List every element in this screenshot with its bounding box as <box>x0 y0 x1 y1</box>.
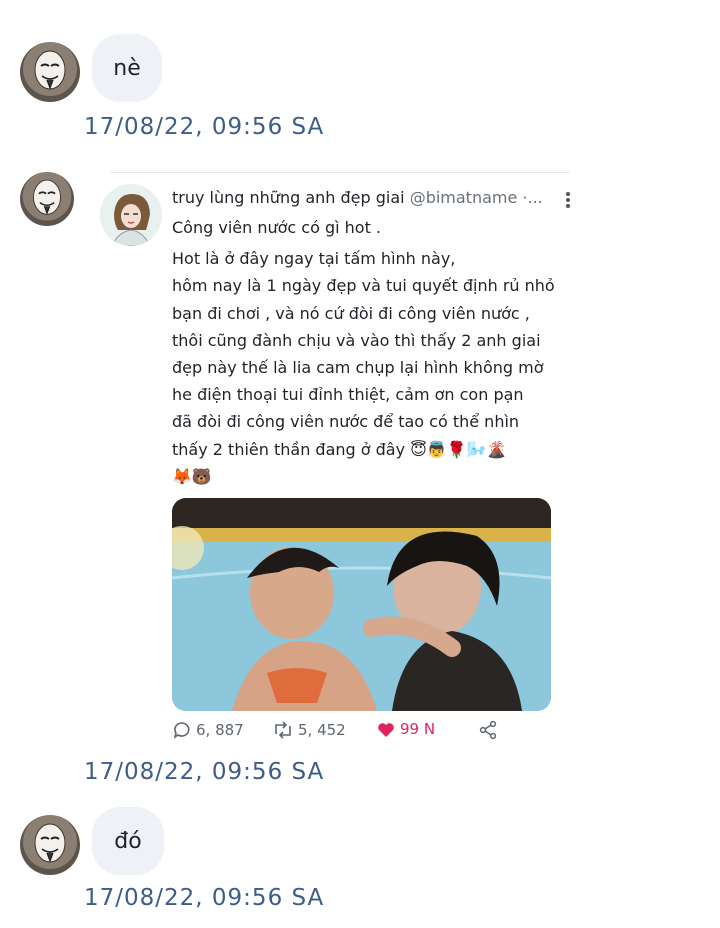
tweet-line: đã đòi đi công viên nước để tao có thể n… <box>172 412 520 432</box>
tweet-line: thấy 2 thiên thần đang ở đây 😇👼🌹🌬️🌋 <box>172 439 507 459</box>
tweet-author-name[interactable]: truy lùng những anh đẹp giai <box>172 188 405 207</box>
retweet-count: 5, 452 <box>298 721 346 739</box>
mask-icon <box>33 179 61 215</box>
heart-icon <box>378 723 394 737</box>
reply-count: 6, 887 <box>196 721 244 739</box>
tweet-author-handle[interactable]: @bimatname ·... <box>410 188 543 207</box>
tweet-photo[interactable] <box>172 498 551 711</box>
more-options-icon[interactable] <box>562 190 574 210</box>
tweet-actions: 6, 887 5, 452 99 N <box>172 720 512 744</box>
tweet-author-avatar[interactable] <box>100 184 162 246</box>
message-bubble[interactable]: đó <box>92 807 164 875</box>
message-bubble[interactable]: nè <box>92 34 162 102</box>
mask-icon <box>34 50 66 90</box>
tweet-header[interactable]: truy lùng những anh đẹp giai @bimatname … <box>172 188 562 207</box>
tweet-line: đẹp này thế là lia cam chụp lại hình khô… <box>172 358 544 378</box>
like-action[interactable]: 99 N <box>376 720 435 738</box>
message-timestamp: 17/08/22, 09:56 SA <box>84 759 325 785</box>
share-action[interactable] <box>478 720 498 740</box>
mask-icon <box>34 823 66 863</box>
tweet-line: 🦊🐻 <box>172 466 212 486</box>
share-icon <box>479 720 497 740</box>
cartoon-avatar-icon <box>100 184 162 246</box>
message-timestamp: 17/08/22, 09:56 SA <box>84 885 325 911</box>
sender-avatar[interactable] <box>20 172 74 226</box>
tweet-body: Công viên nước có gì hot . Hot là ở đây … <box>172 214 572 490</box>
tweet-line: Hot là ở đây ngay tại tấm hình này, <box>172 249 456 269</box>
tweet-divider <box>110 172 570 173</box>
tweet-line: thôi cũng đành chịu và vào thì thấy 2 an… <box>172 330 541 350</box>
sender-avatar[interactable] <box>20 42 80 102</box>
tweet-line: Công viên nước có gì hot . <box>172 218 382 237</box>
message-timestamp: 17/08/22, 09:56 SA <box>84 114 325 140</box>
tweet-line: he điện thoại tui đỉnh thiệt, cảm ơn con… <box>172 385 524 405</box>
message-text: đó <box>114 828 142 854</box>
photo-illustration <box>172 498 551 711</box>
tweet-line: bạn đi chơi , và nó cứ đòi đi công viên … <box>172 303 530 323</box>
retweet-action[interactable]: 5, 452 <box>272 720 346 740</box>
tweet-line: hôm nay là 1 ngày đẹp và tui quyết định … <box>172 276 555 296</box>
sender-avatar[interactable] <box>20 815 80 875</box>
message-text: nè <box>113 55 141 81</box>
retweet-icon <box>275 721 291 739</box>
reply-icon <box>173 722 190 739</box>
reply-action[interactable]: 6, 887 <box>172 720 244 740</box>
like-count: 99 N <box>400 720 436 738</box>
